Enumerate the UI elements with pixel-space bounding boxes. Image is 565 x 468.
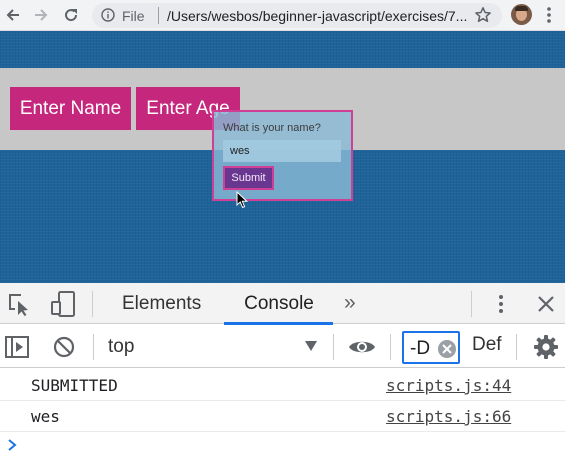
tab-elements[interactable]: Elements <box>122 283 201 324</box>
gear-icon <box>534 335 558 359</box>
chevron-right-icon <box>8 439 17 451</box>
console-toolbar-divider-3 <box>390 334 391 360</box>
console-log-row: SUBMITTED scripts.js:44 <box>0 370 565 401</box>
kebab-menu-icon <box>499 295 503 313</box>
devtools-close-button[interactable] <box>534 292 558 316</box>
close-icon <box>538 296 554 312</box>
console-toolbar: top -D Def <box>0 325 565 368</box>
tab-bar-divider-right <box>471 291 472 317</box>
clear-console-button[interactable] <box>52 335 76 359</box>
console-toolbar-divider-4 <box>516 334 517 360</box>
execution-context-select[interactable]: top <box>108 333 321 360</box>
forward-button[interactable] <box>30 4 52 26</box>
log-source-link[interactable]: scripts.js:66 <box>386 407 511 426</box>
console-log-row: wes scripts.js:66 <box>0 401 565 432</box>
more-tabs-button[interactable]: » <box>344 291 356 315</box>
omnibox-divider <box>158 7 159 24</box>
browser-toolbar: File /Users/wesbos/beginner-javascript/e… <box>0 0 565 31</box>
inspect-element-button[interactable] <box>7 292 31 316</box>
console-toolbar-divider-2 <box>333 334 334 360</box>
device-toolbar-button[interactable] <box>49 290 77 318</box>
log-message: wes <box>31 407 60 426</box>
name-prompt-label: What is your name? <box>223 122 321 134</box>
reload-button[interactable] <box>60 4 82 26</box>
arrow-left-icon <box>6 9 19 21</box>
context-value: top <box>108 335 135 357</box>
page-viewport: Enter Name Enter Age What is your name? … <box>0 31 565 283</box>
device-toggle-icon <box>51 291 75 317</box>
address-bar[interactable]: File /Users/wesbos/beginner-javascript/e… <box>92 3 502 28</box>
sidebar-toggle-icon <box>5 336 29 358</box>
console-toolbar-divider <box>93 334 94 360</box>
avatar[interactable] <box>511 4 532 25</box>
filter-value: -D <box>410 338 431 359</box>
mouse-cursor-icon <box>236 191 248 209</box>
avatar-hair <box>515 6 528 11</box>
console-sidebar-toggle[interactable] <box>4 335 30 359</box>
console-filter-input[interactable]: -D <box>402 331 460 364</box>
log-source-link[interactable]: scripts.js:44 <box>386 376 511 395</box>
reload-icon <box>65 9 78 22</box>
tab-bar-divider <box>92 291 93 317</box>
star-icon[interactable] <box>474 6 492 24</box>
live-expression-button[interactable] <box>347 336 377 358</box>
console-settings-button[interactable] <box>533 334 559 360</box>
kebab-menu-icon[interactable] <box>541 4 557 26</box>
clear-filter-icon[interactable] <box>437 339 457 359</box>
tab-console[interactable]: Console <box>226 283 332 324</box>
log-levels-dropdown[interactable]: Def <box>472 334 502 356</box>
eye-icon <box>349 341 375 353</box>
arrow-right-icon <box>35 9 48 21</box>
url-scheme-label: File <box>122 8 145 24</box>
devtools-tab-bar: Elements Console » <box>0 283 565 325</box>
devtools-panel: Elements Console » top -D Def SUBMITTED … <box>0 283 565 468</box>
devtools-menu-button[interactable] <box>491 292 511 316</box>
info-icon[interactable] <box>101 8 115 22</box>
url-text[interactable]: /Users/wesbos/beginner-javascript/exerci… <box>167 8 467 24</box>
log-message: SUBMITTED <box>31 376 118 395</box>
console-prompt[interactable] <box>6 438 18 457</box>
inspect-cursor-icon <box>9 294 28 316</box>
enter-name-button[interactable]: Enter Name <box>10 87 131 130</box>
name-popup: What is your name? Submit <box>212 110 353 201</box>
submit-button[interactable]: Submit <box>223 166 274 190</box>
chevron-down-icon[interactable] <box>304 340 318 352</box>
name-input[interactable] <box>223 140 341 162</box>
back-button[interactable] <box>2 4 24 26</box>
block-icon <box>53 336 75 358</box>
